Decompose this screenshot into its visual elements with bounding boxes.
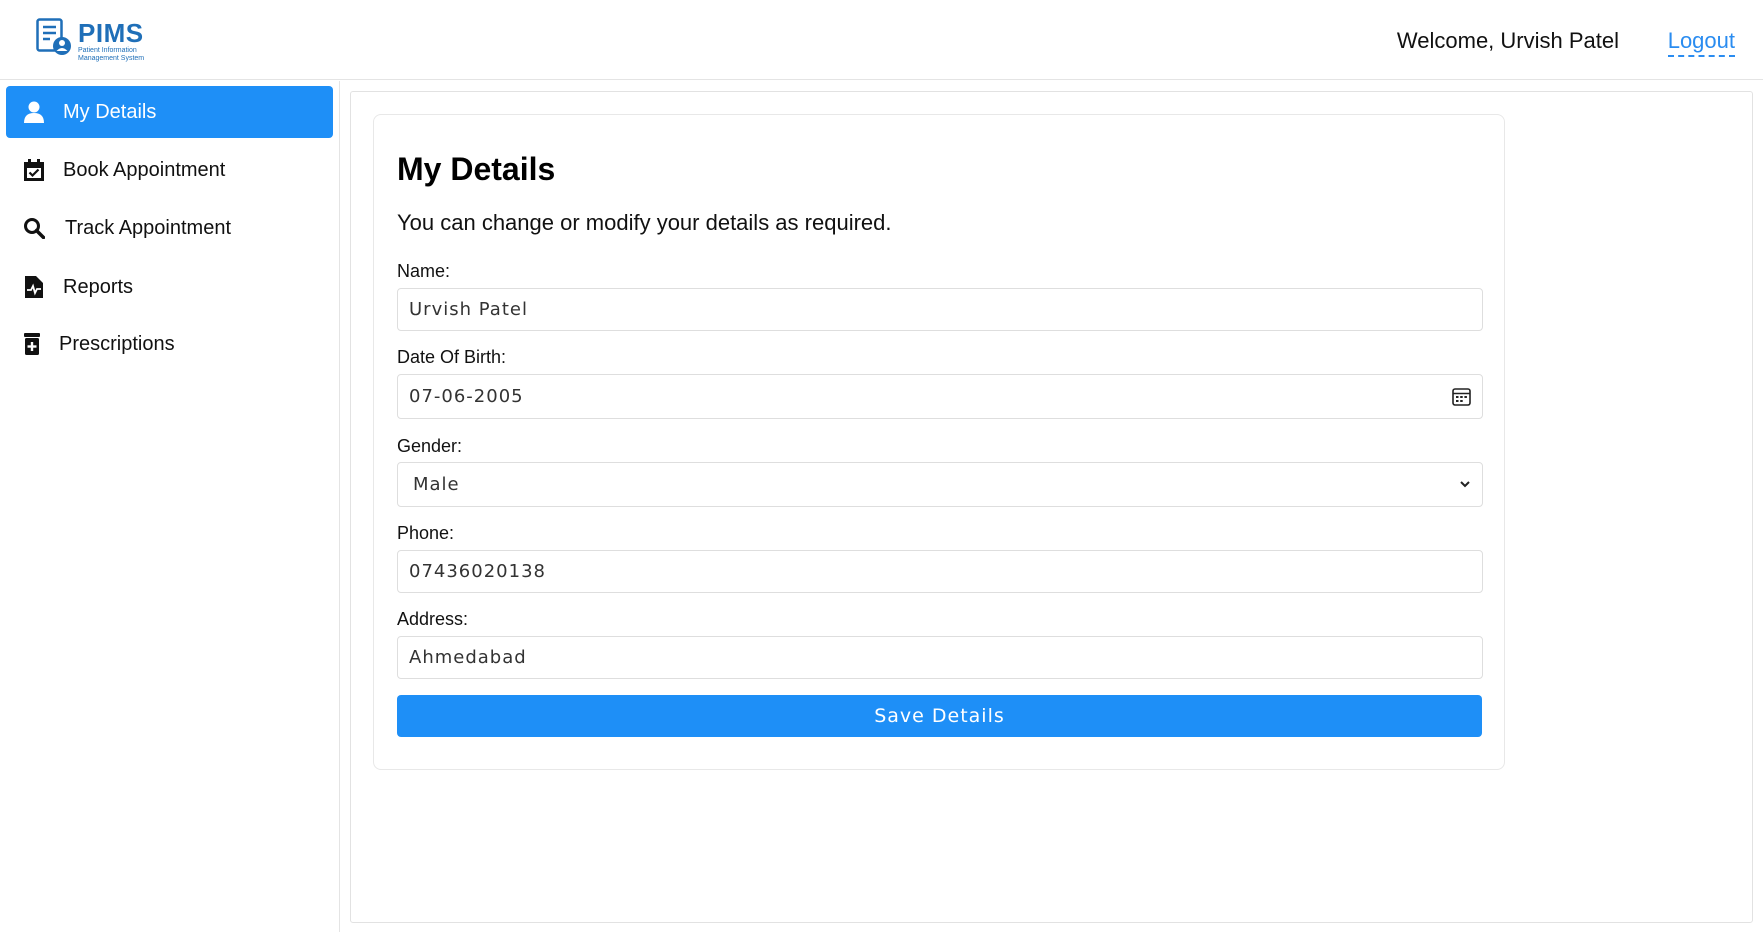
page-subtitle: You can change or modify your details as…	[397, 210, 892, 235]
top-header: PIMS Patient Information Management Syst…	[0, 0, 1763, 80]
phone-field[interactable]	[397, 550, 1483, 593]
chevron-down-icon	[1460, 481, 1470, 488]
gender-select[interactable]: Male	[397, 462, 1483, 507]
phone-label: Phone:	[397, 523, 455, 543]
search-icon	[23, 217, 45, 239]
gender-selected-value[interactable]: Male	[397, 462, 1483, 507]
user-icon	[23, 101, 45, 123]
medical-file-icon	[23, 276, 45, 298]
pims-logo[interactable]: PIMS Patient Information Management Syst…	[36, 18, 156, 62]
sidebar-item-label: Prescriptions	[59, 332, 175, 355]
sidebar-item-my-details[interactable]: My Details	[6, 86, 333, 138]
dob-field[interactable]	[397, 374, 1483, 419]
calendar-icon[interactable]	[1452, 387, 1471, 406]
name-field[interactable]	[397, 288, 1483, 331]
address-label: Address:	[397, 609, 469, 629]
sidebar-item-book-appointment[interactable]: Book Appointment	[6, 144, 333, 196]
page-title: My Details	[397, 151, 556, 187]
sidebar-item-label: Reports	[63, 275, 134, 298]
prescription-bottle-icon	[21, 333, 43, 355]
patient-document-icon	[36, 18, 71, 55]
details-form-card: My Details You can change or modify your…	[373, 114, 1505, 770]
sidebar-item-label: Track Appointment	[65, 216, 232, 239]
logout-link[interactable]: Logout	[1667, 28, 1735, 57]
dob-field-wrapper	[397, 374, 1483, 419]
calendar-check-icon	[23, 159, 45, 181]
save-details-button[interactable]: Save Details	[397, 695, 1482, 737]
sidebar-item-label: Book Appointment	[63, 158, 226, 181]
sidebar-item-track-appointment[interactable]: Track Appointment	[6, 202, 333, 254]
welcome-text: Welcome, Urvish Patel	[1396, 28, 1619, 53]
logo-subtitle: Patient Information Management System	[78, 47, 145, 62]
dob-label: Date Of Birth:	[397, 347, 507, 367]
sidebar-item-label: My Details	[63, 100, 157, 123]
logo-text: PIMS	[78, 18, 144, 48]
sidebar-nav: My Details Book Appointment Track Appoin…	[0, 81, 340, 932]
main-content: My Details You can change or modify your…	[350, 91, 1753, 923]
gender-label: Gender:	[397, 436, 463, 456]
sidebar-item-prescriptions[interactable]: Prescriptions	[6, 318, 333, 370]
name-label: Name:	[397, 261, 451, 281]
address-field[interactable]	[397, 636, 1483, 679]
sidebar-item-reports[interactable]: Reports	[6, 261, 333, 313]
